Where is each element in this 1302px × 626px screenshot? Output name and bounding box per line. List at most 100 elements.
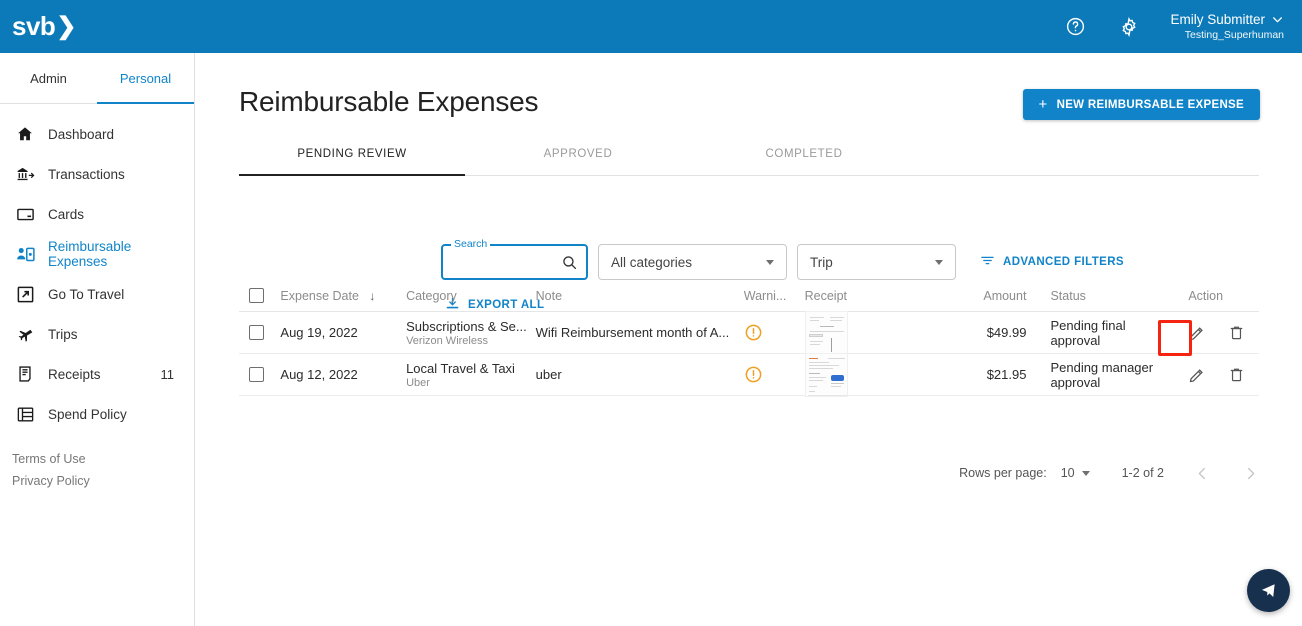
airplane-icon — [14, 323, 36, 345]
svb-logo[interactable]: svb ❯ — [12, 11, 76, 42]
cell-category: Local Travel & Taxi Uber — [406, 361, 536, 389]
tab-approved[interactable]: APPROVED — [465, 141, 691, 175]
support-chat-fab-button[interactable] — [1247, 569, 1290, 612]
gear-icon[interactable] — [1110, 8, 1148, 46]
user-org-text: Testing_Superhuman — [1184, 29, 1284, 42]
next-page-button[interactable] — [1240, 463, 1260, 483]
column-header-warning[interactable]: Warni... — [744, 289, 805, 303]
row-checkbox-cell — [239, 325, 280, 340]
top-header-bar: svb ❯ Emily Submitter Testing_Superhuman — [0, 0, 1302, 53]
tab-pending-review[interactable]: PENDING REVIEW — [239, 141, 465, 176]
column-header-receipt[interactable]: Receipt — [805, 289, 933, 303]
bank-transfer-icon — [14, 163, 36, 185]
trip-select[interactable]: Trip — [797, 244, 956, 280]
sidebar-tab-personal[interactable]: Personal — [97, 53, 194, 104]
column-header-amount[interactable]: Amount — [932, 289, 1026, 303]
receipt-thumbnail[interactable] — [804, 352, 848, 397]
chevron-down-icon — [1081, 470, 1090, 476]
cell-category: Subscriptions & Se... Verizon Wireless — [406, 319, 536, 347]
search-field[interactable]: Search — [441, 238, 588, 280]
row-checkbox[interactable] — [249, 367, 264, 382]
merchant-name: Uber — [406, 376, 430, 389]
previous-page-button[interactable] — [1192, 463, 1212, 483]
page-title: Reimbursable Expenses — [239, 86, 539, 117]
sidebar-item-label: Transactions — [48, 166, 125, 182]
plus-icon: + — [1038, 96, 1048, 113]
sidebar-item-dashboard[interactable]: Dashboard — [0, 114, 194, 154]
home-icon — [14, 123, 36, 145]
sidebar: Admin Personal Dashboard Transactions Ca… — [0, 53, 195, 626]
sidebar-item-receipts[interactable]: Receipts 11 — [0, 354, 194, 394]
search-icon[interactable] — [561, 254, 578, 271]
rows-per-page-label: Rows per page: — [959, 466, 1047, 480]
help-circle-icon[interactable] — [1056, 8, 1094, 46]
credit-card-icon — [14, 203, 36, 225]
row-checkbox-cell — [239, 367, 280, 382]
filter-icon — [980, 253, 995, 271]
cell-action — [1164, 366, 1259, 384]
warning-icon[interactable] — [744, 323, 763, 342]
sidebar-item-reimbursable-expenses[interactable]: Reimbursable Expenses — [0, 234, 194, 274]
category-name: Local Travel & Taxi — [406, 360, 515, 376]
chevron-right-icon — [1247, 467, 1254, 479]
receipt-thumbnail[interactable] — [804, 310, 848, 355]
sidebar-item-go-to-travel[interactable]: Go To Travel — [0, 274, 194, 314]
sidebar-item-label: Receipts — [48, 366, 101, 382]
edit-icon[interactable] — [1188, 324, 1206, 342]
sidebar-item-spend-policy[interactable]: Spend Policy — [0, 394, 194, 434]
cell-action — [1164, 324, 1259, 342]
sidebar-item-label: Reimbursable Expenses — [48, 239, 132, 269]
delete-icon[interactable] — [1228, 366, 1245, 383]
sidebar-item-label: Spend Policy — [48, 406, 127, 422]
advanced-filters-button[interactable]: ADVANCED FILTERS — [980, 253, 1124, 271]
cell-expense-date: Aug 19, 2022 — [280, 325, 358, 340]
cell-status: Pending manager approval — [1050, 359, 1154, 390]
column-header-note[interactable]: Note — [536, 289, 744, 303]
categories-select-value: All categories — [611, 254, 693, 270]
pagination-range: 1-2 of 2 — [1121, 466, 1164, 480]
column-header-category[interactable]: Category — [406, 289, 536, 303]
select-all-checkbox-cell — [239, 288, 280, 303]
tab-completed[interactable]: COMPLETED — [691, 141, 917, 175]
user-menu[interactable]: Emily Submitter Testing_Superhuman — [1170, 12, 1284, 42]
sidebar-item-cards[interactable]: Cards — [0, 194, 194, 234]
rows-per-page-select[interactable]: 10 — [1061, 466, 1090, 480]
cell-note: uber — [535, 367, 562, 382]
pagination: Rows per page: 10 1-2 of 2 — [959, 463, 1260, 483]
column-header-status[interactable]: Status — [1026, 289, 1164, 303]
select-all-checkbox[interactable] — [249, 288, 264, 303]
logo-text: svb — [12, 11, 56, 41]
send-arrow-icon — [1261, 584, 1275, 597]
column-header-expense-date[interactable]: Expense Date ↓ — [280, 289, 406, 303]
policy-list-icon — [14, 403, 36, 425]
app-root: svb ❯ Emily Submitter Testing_Superhuman… — [0, 0, 1302, 626]
sidebar-item-label: Trips — [48, 326, 78, 342]
chevron-down-icon — [935, 259, 943, 265]
new-reimbursable-expense-label: NEW REIMBURSABLE EXPENSE — [1056, 98, 1244, 111]
sidebar-tab-admin[interactable]: Admin — [0, 53, 97, 103]
receipts-count-badge: 11 — [160, 366, 175, 382]
user-name-text: Emily Submitter — [1170, 11, 1265, 27]
delete-icon[interactable] — [1228, 324, 1245, 341]
user-menu-name: Emily Submitter — [1170, 12, 1284, 28]
merchant-name: Verizon Wireless — [406, 334, 488, 347]
table-row[interactable]: Aug 19, 2022 Subscriptions & Se... Veriz… — [239, 310, 1259, 355]
edit-icon[interactable] — [1188, 366, 1206, 384]
search-input[interactable] — [451, 254, 561, 270]
person-badge-icon — [14, 243, 36, 265]
table-row[interactable]: Aug 12, 2022 Local Travel & Taxi Uber ub… — [239, 352, 1259, 397]
terms-of-use-link[interactable]: Terms of Use — [12, 452, 194, 466]
row-checkbox[interactable] — [249, 325, 264, 340]
column-label: Expense Date — [280, 288, 359, 303]
sort-desc-icon: ↓ — [369, 288, 376, 303]
cell-expense-date: Aug 12, 2022 — [280, 367, 358, 382]
cell-note: Wifi Reimbursement month of A... — [535, 325, 730, 340]
receipt-icon — [14, 363, 36, 385]
sidebar-item-label: Cards — [48, 206, 85, 222]
warning-icon[interactable] — [744, 365, 763, 384]
privacy-policy-link[interactable]: Privacy Policy — [12, 474, 194, 488]
sidebar-item-trips[interactable]: Trips — [0, 314, 194, 354]
new-reimbursable-expense-button[interactable]: + NEW REIMBURSABLE EXPENSE — [1022, 89, 1260, 120]
sidebar-item-transactions[interactable]: Transactions — [0, 154, 194, 194]
categories-select[interactable]: All categories — [598, 244, 787, 280]
